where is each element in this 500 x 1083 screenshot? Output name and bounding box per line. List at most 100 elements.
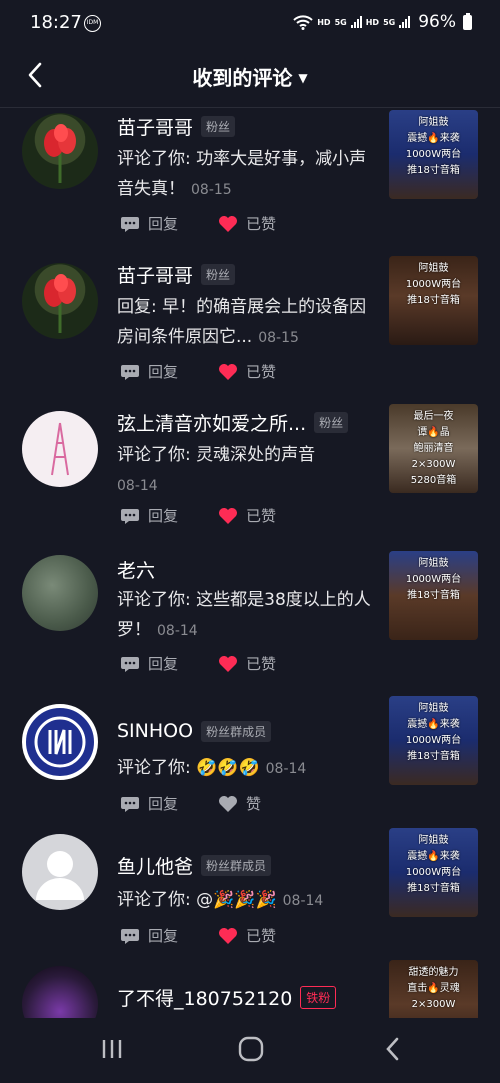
fan-badge: 粉丝 xyxy=(201,264,236,285)
avatar[interactable] xyxy=(22,704,98,780)
user-name[interactable]: 鱼儿他爸 xyxy=(117,852,193,879)
thumbnail-caption-line: 鲍丽清音 xyxy=(413,443,454,454)
reply-label: 回复 xyxy=(148,655,179,673)
like-button[interactable]: 已赞 xyxy=(218,361,276,382)
reply-button[interactable]: 回复 xyxy=(120,505,178,526)
reply-button[interactable]: 回复 xyxy=(120,213,178,234)
reply-button[interactable]: 回复 xyxy=(120,361,178,382)
reply-icon xyxy=(121,364,139,380)
avatar[interactable] xyxy=(22,555,98,631)
like-button[interactable]: 已赞 xyxy=(218,213,276,234)
user-name[interactable]: 苗子哥哥 xyxy=(117,113,193,140)
like-label: 已赞 xyxy=(246,655,277,673)
flower-image xyxy=(44,124,76,183)
avatar[interactable] xyxy=(22,113,98,189)
title-dropdown[interactable]: 收到的评论 ▼ xyxy=(0,62,500,91)
reply-icon xyxy=(121,656,139,672)
flower-image xyxy=(44,274,76,333)
fan-badge: 粉丝 xyxy=(201,116,236,137)
avatar[interactable] xyxy=(22,834,98,910)
comment-date: 08-14 xyxy=(282,893,324,909)
video-thumbnail[interactable]: 阿姐鼓 震撼🔥来袭 1000W两台 推18寸音箱 xyxy=(389,696,478,785)
user-name[interactable]: 了不得_180752120 xyxy=(117,984,292,1011)
thumbnail-caption-line: 最后一夜 xyxy=(413,411,454,422)
comment-list[interactable]: 苗子哥哥 粉丝 评论了你: 功率大是好事，减小声音失真！ 08-15 回复 已赞 … xyxy=(0,108,500,1018)
video-thumbnail[interactable]: 阿姐鼓 震撼🔥来袭 1000W两台 推18寸音箱 xyxy=(389,828,478,917)
reply-label: 回复 xyxy=(148,507,179,525)
reply-button[interactable]: 回复 xyxy=(120,925,178,946)
avatar[interactable] xyxy=(22,966,98,1018)
thumbnail-caption: 最后一夜谭🔥晶鲍丽清音 2×300W 5280音箱 xyxy=(389,410,478,488)
back-nav-icon[interactable] xyxy=(382,1036,404,1062)
heart-icon xyxy=(219,363,238,380)
video-thumbnail[interactable]: 阿姐鼓 1000W两台 推18寸音箱 xyxy=(389,551,478,640)
status-indicators: HD 5G HD 5G 96% xyxy=(293,12,472,32)
user-name[interactable]: 老六 xyxy=(117,556,155,583)
reply-label: 回复 xyxy=(148,795,179,813)
thumbnail-caption-line: 阿姐鼓 xyxy=(418,703,449,714)
thumbnail-caption-line: 震撼🔥来袭 xyxy=(407,133,460,144)
thumbnail-caption-line: 震撼🔥来袭 xyxy=(407,851,460,862)
like-label: 已赞 xyxy=(246,363,277,381)
video-thumbnail[interactable]: 最后一夜谭🔥晶鲍丽清音 2×300W 5280音箱 xyxy=(389,404,478,493)
fan-badge: 粉丝 xyxy=(314,412,349,433)
thumbnail-caption: 阿姐鼓 1000W两台 推18寸音箱 xyxy=(389,557,478,603)
video-thumbnail[interactable]: 甜透的魅力 直击🔥灵魂 2×300W xyxy=(389,960,478,1018)
thumbnail-caption-line: 1000W两台 xyxy=(405,735,462,746)
comment-date: 08-15 xyxy=(191,182,232,198)
heart-icon xyxy=(219,927,238,944)
signal-icon-2 xyxy=(399,16,411,28)
thumbnail-caption-line: 2×300W xyxy=(411,459,456,470)
heart-icon xyxy=(219,507,238,524)
user-name[interactable]: 弦上清音亦如爱之所... xyxy=(117,409,306,436)
wifi-icon xyxy=(293,15,313,30)
reply-button[interactable]: 回复 xyxy=(120,653,178,674)
reply-icon xyxy=(121,796,139,812)
like-label: 已赞 xyxy=(246,927,277,945)
thumbnail-caption-line: 1000W两台 xyxy=(405,574,462,585)
comment-text[interactable]: 评论了你: 功率大是好事，减小声音失真！ 08-15 xyxy=(117,144,377,205)
default-avatar-image xyxy=(36,851,84,900)
hd-label-1: HD xyxy=(317,17,331,27)
thumbnail-caption-line: 推18寸音箱 xyxy=(407,295,460,306)
comment-text[interactable]: 评论了你: 这些都是38度以上的人罗！ 08-14 xyxy=(117,585,377,646)
like-button[interactable]: 已赞 xyxy=(218,505,276,526)
comment-text[interactable]: 评论了你: 灵魂深处的声音 08-14 xyxy=(117,440,377,501)
signal-icon-1 xyxy=(350,16,362,28)
comment-date: 08-14 xyxy=(157,623,198,639)
thumbnail-caption-line: 推18寸音箱 xyxy=(407,883,460,894)
thumbnail-caption-line: 1000W两台 xyxy=(405,149,462,160)
like-label: 已赞 xyxy=(246,507,277,525)
avatar[interactable] xyxy=(22,411,98,487)
user-name[interactable]: 苗子哥哥 xyxy=(117,261,193,288)
thumbnail-caption-line: 震撼🔥来袭 xyxy=(407,719,460,730)
caret-down-icon: ▼ xyxy=(298,71,308,85)
fan-group-badge: 粉丝群成员 xyxy=(201,855,272,876)
like-button[interactable]: 已赞 xyxy=(218,653,276,674)
like-button[interactable]: 已赞 xyxy=(218,925,276,946)
thumbnail-caption: 阿姐鼓 1000W两台 推18寸音箱 xyxy=(389,262,478,308)
thumbnail-caption-line: 1000W两台 xyxy=(405,867,462,878)
thumbnail-caption-line: 5280音箱 xyxy=(410,475,457,486)
reply-label: 回复 xyxy=(148,927,179,945)
header: 收到的评论 ▼ xyxy=(0,48,500,108)
thumbnail-caption-line: 阿姐鼓 xyxy=(418,263,449,274)
comment-text[interactable]: 评论了你: 🤣🤣🤣 08-14 xyxy=(117,753,377,784)
recent-apps-icon[interactable] xyxy=(100,1038,124,1060)
thumbnail-caption-line: 2×300W xyxy=(411,999,456,1010)
reply-label: 回复 xyxy=(148,215,179,233)
thumbnail-caption-line: 阿姐鼓 xyxy=(418,117,449,128)
comment-date: 08-14 xyxy=(265,761,307,777)
comment-text[interactable]: 评论了你: @🎉🎉🎉 08-14 xyxy=(117,885,377,916)
comment-text[interactable]: 回复: 早！的确音展会上的设备因房间条件原因它... 08-15 xyxy=(117,292,377,353)
home-icon[interactable] xyxy=(238,1036,264,1062)
heart-outline-icon xyxy=(219,795,238,812)
avatar[interactable] xyxy=(22,263,98,339)
reply-button[interactable]: 回复 xyxy=(120,793,178,814)
user-name[interactable]: SINHOO xyxy=(117,720,193,742)
thumbnail-caption-line: 谭🔥晶 xyxy=(417,427,450,438)
video-thumbnail[interactable]: 阿姐鼓 震撼🔥来袭 1000W两台 推18寸音箱 xyxy=(389,110,478,199)
video-thumbnail[interactable]: 阿姐鼓 1000W两台 推18寸音箱 xyxy=(389,256,478,345)
battery-icon xyxy=(463,12,472,30)
like-button[interactable]: 赞 xyxy=(218,793,261,814)
